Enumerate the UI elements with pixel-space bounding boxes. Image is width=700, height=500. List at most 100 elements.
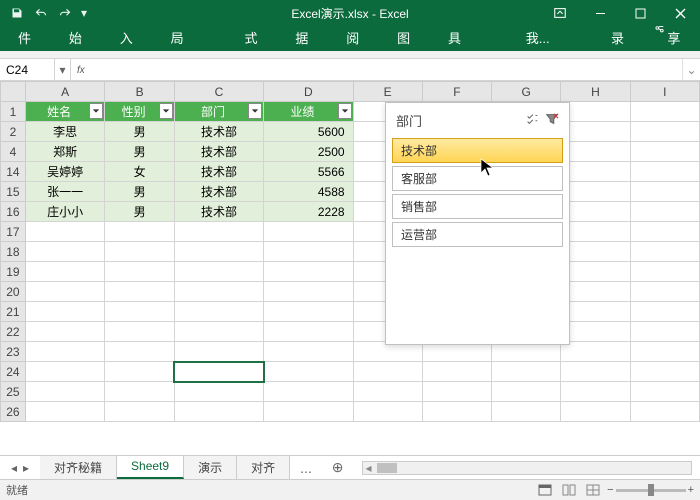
cell[interactable] [561,362,630,382]
cell[interactable] [264,242,353,262]
cell[interactable] [422,402,491,422]
cell[interactable] [25,242,104,262]
cell[interactable] [25,322,104,342]
filter-dropdown-icon[interactable] [159,103,173,119]
table-header-1[interactable]: 性别 [105,102,175,122]
col-header-A[interactable]: A [25,82,104,102]
slicer-panel[interactable]: 部门 技术部客服部销售部运营部 [385,102,570,345]
col-header-B[interactable]: B [105,82,175,102]
zoom-out-button[interactable]: − [607,484,613,496]
cell[interactable] [174,222,263,242]
namebox-dropdown-icon[interactable]: ▾ [55,59,71,80]
cell[interactable] [25,402,104,422]
cell[interactable] [561,162,630,182]
data-cell[interactable]: 技术部 [174,182,263,202]
cell[interactable] [630,262,699,282]
cell[interactable] [630,222,699,242]
row-header-23[interactable]: 23 [1,342,26,362]
page-layout-view-icon[interactable] [559,482,579,498]
row-header-22[interactable]: 22 [1,322,26,342]
data-cell[interactable]: 5600 [264,122,353,142]
data-cell[interactable]: 技术部 [174,202,263,222]
cell[interactable] [630,382,699,402]
data-cell[interactable]: 4588 [264,182,353,202]
sheet-tab-Sheet9[interactable]: Sheet9 [117,456,184,479]
slicer-item-运营部[interactable]: 运营部 [392,222,563,247]
maximize-icon[interactable] [620,0,660,26]
data-cell[interactable]: 李思 [25,122,104,142]
cell[interactable] [630,122,699,142]
normal-view-icon[interactable] [535,482,555,498]
cell[interactable] [561,402,630,422]
cell[interactable] [174,302,263,322]
cell[interactable] [174,342,263,362]
cell[interactable] [492,402,561,422]
row-header-14[interactable]: 14 [1,162,26,182]
col-header-D[interactable]: D [264,82,353,102]
cell[interactable] [105,282,175,302]
filter-dropdown-icon[interactable] [338,103,352,119]
row-header-17[interactable]: 17 [1,222,26,242]
cell[interactable] [422,382,491,402]
col-header-C[interactable]: C [174,82,263,102]
data-cell[interactable]: 张一一 [25,182,104,202]
table-header-2[interactable]: 部门 [174,102,263,122]
horizontal-scrollbar[interactable]: ◂ [362,461,693,475]
cell[interactable] [353,402,422,422]
cell[interactable] [105,402,175,422]
slicer-item-销售部[interactable]: 销售部 [392,194,563,219]
cell[interactable] [105,262,175,282]
cell[interactable] [25,362,104,382]
row-header-1[interactable]: 1 [1,102,26,122]
cell[interactable] [630,282,699,302]
cell[interactable] [630,302,699,322]
cell[interactable] [105,322,175,342]
data-cell[interactable]: 庄小小 [25,202,104,222]
select-all-corner[interactable] [1,82,26,102]
cell[interactable] [105,362,175,382]
cell[interactable] [105,302,175,322]
table-header-0[interactable]: 姓名 [25,102,104,122]
sheet-more-icon[interactable]: ... [290,457,322,479]
cell[interactable] [422,362,491,382]
cell[interactable] [630,402,699,422]
cell[interactable] [561,282,630,302]
new-sheet-button[interactable]: ⊕ [322,456,354,479]
cell[interactable] [264,302,353,322]
slicer-multiselect-icon[interactable] [525,112,539,129]
table-header-3[interactable]: 业绩 [264,102,353,122]
formula-bar[interactable] [97,68,682,72]
row-header-18[interactable]: 18 [1,242,26,262]
cell[interactable] [561,182,630,202]
cell[interactable] [25,262,104,282]
cell[interactable] [105,382,175,402]
row-header-26[interactable]: 26 [1,402,26,422]
close-icon[interactable] [660,0,700,26]
cell[interactable] [561,302,630,322]
data-cell[interactable]: 男 [105,202,175,222]
zoom-control[interactable]: − + [607,484,694,496]
data-cell[interactable]: 技术部 [174,142,263,162]
row-header-16[interactable]: 16 [1,202,26,222]
col-header-E[interactable]: E [353,82,422,102]
cell[interactable] [264,282,353,302]
cell[interactable] [630,142,699,162]
sheet-tab-对齐秘籍[interactable]: 对齐秘籍 [40,456,117,479]
cell[interactable] [630,322,699,342]
cell[interactable] [561,102,630,122]
cell[interactable] [105,222,175,242]
undo-icon[interactable] [30,3,52,23]
ribbon-options-icon[interactable] [540,0,580,26]
cell[interactable] [561,342,630,362]
cell[interactable] [561,242,630,262]
formula-expand-icon[interactable]: ⌄ [682,59,700,80]
save-icon[interactable] [6,3,28,23]
cell[interactable] [174,382,263,402]
cell[interactable] [492,382,561,402]
data-cell[interactable]: 2500 [264,142,353,162]
zoom-in-button[interactable]: + [688,484,694,496]
minimize-icon[interactable] [580,0,620,26]
cell[interactable] [264,382,353,402]
redo-icon[interactable] [54,3,76,23]
cell[interactable] [630,342,699,362]
